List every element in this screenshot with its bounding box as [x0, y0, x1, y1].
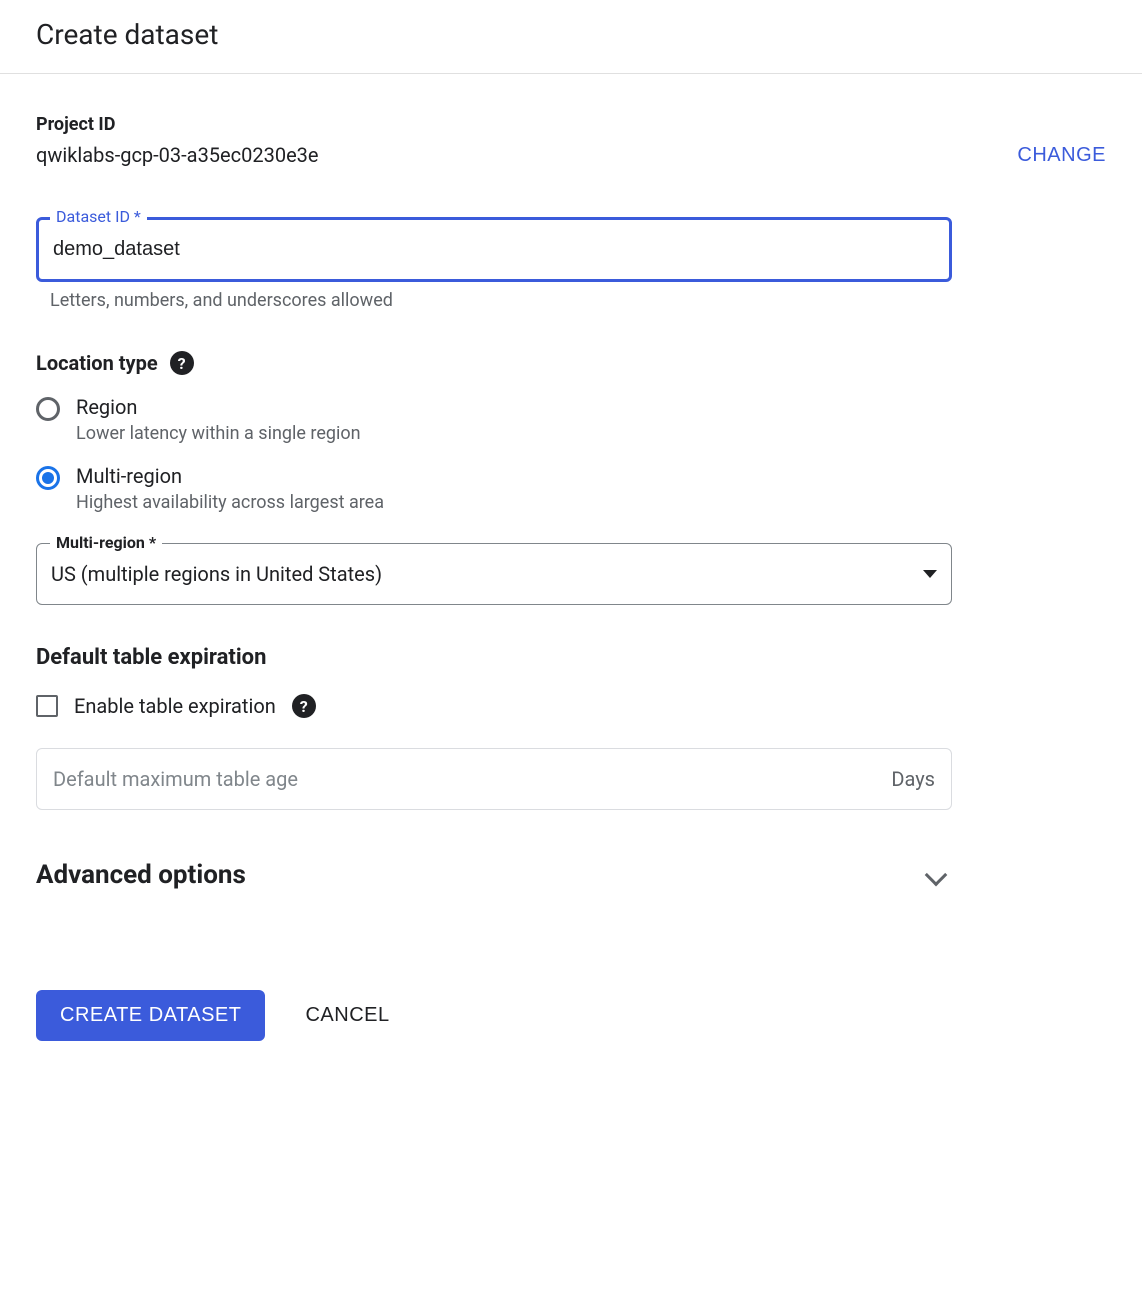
location-type-radio-group: Region Lower latency within a single reg… — [36, 395, 1106, 513]
change-project-button[interactable]: CHANGE — [1017, 144, 1106, 167]
chevron-down-icon — [925, 864, 948, 887]
project-id-block: Project ID qwiklabs-gcp-03-a35ec0230e3e — [36, 114, 319, 167]
radio-region-desc: Lower latency within a single region — [76, 423, 361, 444]
project-id-row: Project ID qwiklabs-gcp-03-a35ec0230e3e … — [36, 114, 1106, 167]
multi-region-field: Multi-region * US (multiple regions in U… — [36, 543, 952, 605]
dropdown-icon — [923, 570, 937, 578]
project-id-label: Project ID — [36, 114, 319, 135]
radio-region[interactable]: Region Lower latency within a single reg… — [36, 395, 1106, 444]
dataset-id-helper: Letters, numbers, and underscores allowe… — [50, 290, 1106, 311]
panel-header: Create dataset — [0, 0, 1142, 74]
multi-region-select[interactable]: US (multiple regions in United States) — [36, 543, 952, 605]
multi-region-label: Multi-region * — [50, 533, 162, 552]
table-age-field[interactable]: Default maximum table age Days — [36, 748, 952, 810]
radio-region-label: Region — [76, 395, 361, 419]
dataset-id-input[interactable] — [36, 217, 952, 282]
help-icon[interactable]: ? — [292, 694, 316, 718]
multi-region-value: US (multiple regions in United States) — [51, 562, 382, 586]
enable-table-expiration-label: Enable table expiration — [74, 694, 276, 718]
button-row: CREATE DATASET CANCEL — [36, 990, 1106, 1041]
advanced-options-toggle[interactable]: Advanced options — [36, 860, 952, 890]
project-id-value: qwiklabs-gcp-03-a35ec0230e3e — [36, 143, 319, 167]
table-expiration-heading: Default table expiration — [36, 645, 1106, 670]
location-type-label: Location type ? — [36, 351, 194, 375]
table-age-suffix: Days — [891, 767, 935, 791]
create-dataset-button[interactable]: CREATE DATASET — [36, 990, 265, 1041]
radio-icon — [36, 397, 60, 421]
create-dataset-panel: Create dataset Project ID qwiklabs-gcp-0… — [0, 0, 1142, 1041]
enable-table-expiration-row: Enable table expiration ? — [36, 694, 1106, 718]
dataset-id-field: Dataset ID * — [36, 217, 1106, 282]
radio-multi-region[interactable]: Multi-region Highest availability across… — [36, 464, 1106, 513]
cancel-button[interactable]: CANCEL — [305, 1004, 389, 1027]
page-title: Create dataset — [36, 18, 1106, 51]
radio-icon — [36, 466, 60, 490]
radio-multi-region-desc: Highest availability across largest area — [76, 492, 384, 513]
dataset-id-label: Dataset ID * — [50, 207, 147, 226]
help-icon[interactable]: ? — [170, 351, 194, 375]
enable-table-expiration-checkbox[interactable] — [36, 695, 58, 717]
table-age-placeholder: Default maximum table age — [53, 767, 298, 791]
radio-multi-region-label: Multi-region — [76, 464, 384, 488]
advanced-options-label: Advanced options — [36, 860, 246, 890]
panel-content: Project ID qwiklabs-gcp-03-a35ec0230e3e … — [0, 74, 1142, 1041]
